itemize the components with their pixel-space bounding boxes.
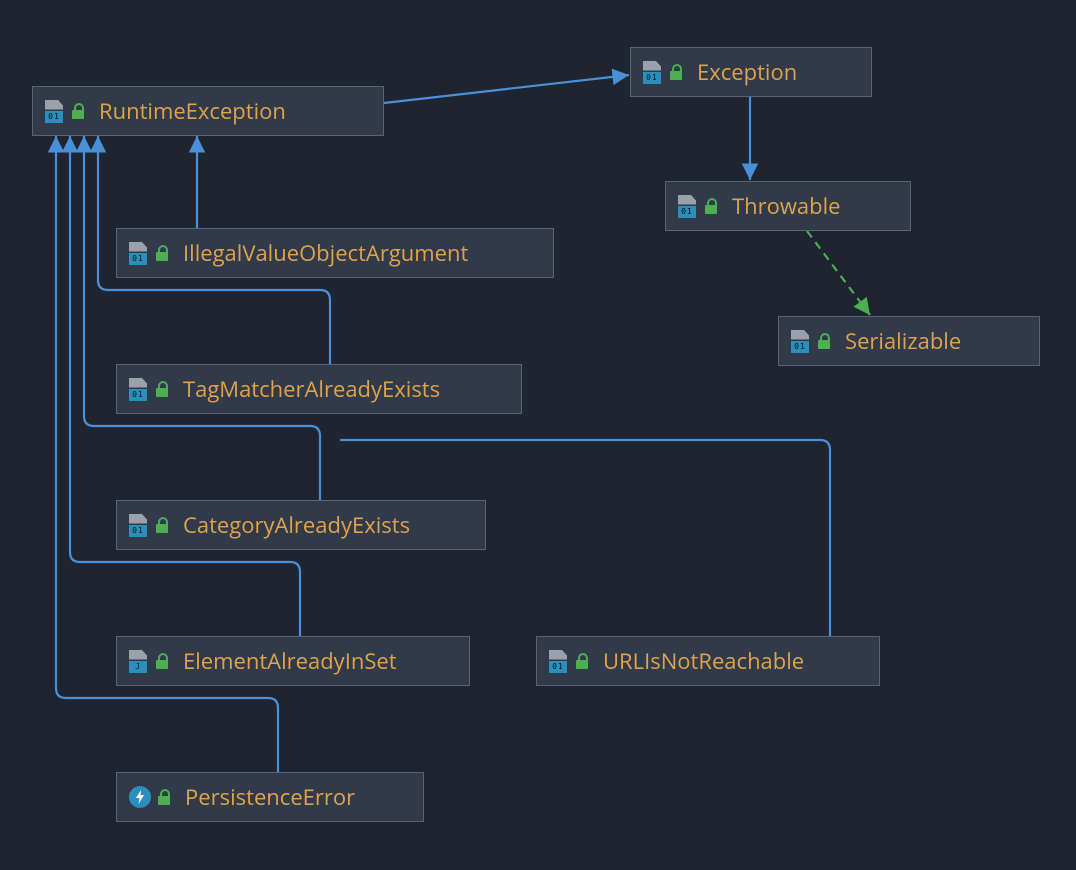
lock-icon xyxy=(155,381,169,397)
lock-icon xyxy=(155,245,169,261)
class-file-icon: 01 xyxy=(643,61,663,84)
node-categoryalreadyexists[interactable]: 01 CategoryAlreadyExists xyxy=(116,500,486,550)
lock-icon xyxy=(71,103,85,119)
class-file-icon: 01 xyxy=(45,100,65,123)
node-label: RuntimeException xyxy=(99,96,286,126)
lock-icon xyxy=(575,653,589,669)
lock-icon xyxy=(669,64,683,80)
edge-runtimeexception-exception xyxy=(384,75,629,103)
node-label: URLIsNotReachable xyxy=(603,646,804,676)
class-file-icon: 01 xyxy=(129,378,149,401)
class-file-icon: 01 xyxy=(678,195,698,218)
node-elementalreadyinset[interactable]: J ElementAlreadyInSet xyxy=(116,636,470,686)
node-persistenceerror[interactable]: PersistenceError xyxy=(116,772,424,822)
edge-categoryalreadyexists-runtimeexception xyxy=(84,136,320,500)
class-file-icon: J xyxy=(129,650,149,673)
node-label: ElementAlreadyInSet xyxy=(183,646,397,676)
node-label: TagMatcherAlreadyExists xyxy=(183,374,440,404)
lock-icon xyxy=(817,333,831,349)
node-tagmatcheralreadyexists[interactable]: 01 TagMatcherAlreadyExists xyxy=(116,364,522,414)
node-illegalvalueobjectargument[interactable]: 01 IllegalValueObjectArgument xyxy=(116,228,554,278)
class-file-icon: 01 xyxy=(129,514,149,537)
node-urlisnotreachable[interactable]: 01 URLIsNotReachable xyxy=(536,636,880,686)
node-runtimeexception[interactable]: 01 RuntimeException xyxy=(32,86,384,136)
lock-icon xyxy=(704,198,718,214)
node-label: PersistenceError xyxy=(185,782,355,812)
class-file-icon: 01 xyxy=(791,330,811,353)
node-serializable[interactable]: 01 Serializable xyxy=(778,316,1040,366)
bolt-circle-icon xyxy=(129,786,151,808)
class-file-icon: 01 xyxy=(549,650,569,673)
node-label: IllegalValueObjectArgument xyxy=(183,238,468,268)
node-label: CategoryAlreadyExists xyxy=(183,510,410,540)
node-exception[interactable]: 01 Exception xyxy=(630,47,872,97)
node-label: Throwable xyxy=(732,191,840,221)
node-label: Exception xyxy=(697,57,797,87)
node-label: Serializable xyxy=(845,326,961,356)
node-throwable[interactable]: 01 Throwable xyxy=(665,181,911,231)
lock-icon xyxy=(155,517,169,533)
lock-icon xyxy=(155,653,169,669)
lock-icon xyxy=(157,789,171,805)
diagram-canvas: 01 RuntimeException 01 Exception 01 Thro… xyxy=(0,0,1076,870)
class-file-icon: 01 xyxy=(129,242,149,265)
edge-throwable-serializable xyxy=(807,231,870,315)
